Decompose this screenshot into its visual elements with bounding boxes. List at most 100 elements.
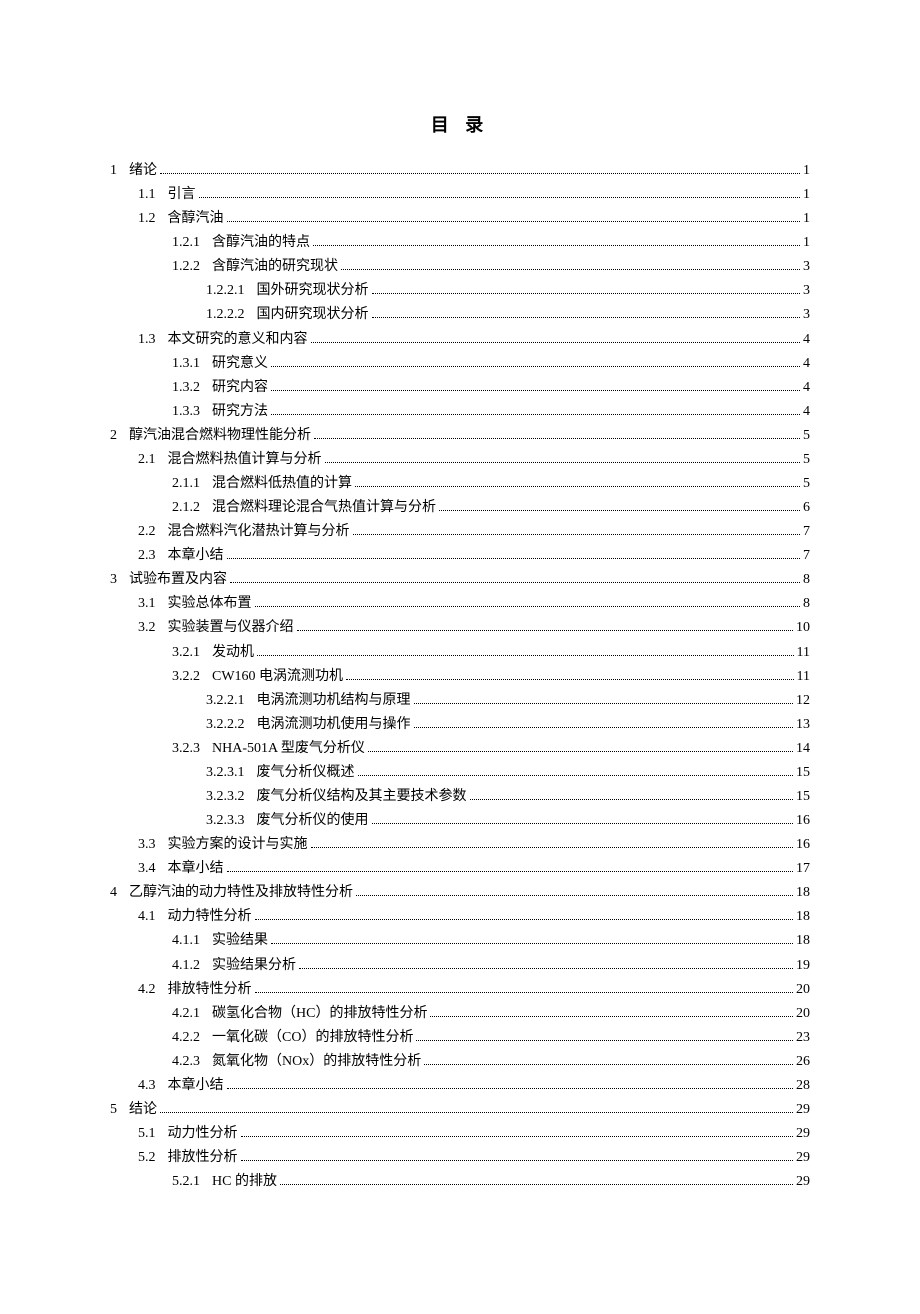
toc-entry-page: 29 — [796, 1098, 810, 1122]
toc-entry-page: 15 — [796, 761, 810, 785]
toc-leader-dots — [414, 727, 794, 728]
toc-leader-dots — [257, 655, 794, 656]
toc-entry-label: 结论 — [129, 1098, 157, 1122]
toc-entry-label: 发动机 — [212, 641, 254, 665]
toc-entry-page: 11 — [797, 665, 810, 689]
toc-entry-page: 18 — [796, 905, 810, 929]
toc-entry: 3.2.2.1电涡流测功机结构与原理12 — [110, 689, 810, 713]
toc-entry: 5.2 排放性分析 29 — [110, 1146, 810, 1170]
toc-entry-page: 8 — [803, 592, 810, 616]
toc-entry: 1.3.1研究意义4 — [110, 352, 810, 376]
toc-leader-dots — [311, 342, 801, 343]
toc-entry-label: 废气分析仪概述 — [257, 761, 355, 785]
toc-entry: 2.3 本章小结 7 — [110, 544, 810, 568]
toc-entry-label: 本章小结 — [168, 1074, 224, 1098]
toc-leader-dots — [255, 606, 801, 607]
toc-entry: 3.4本章小结17 — [110, 857, 810, 881]
toc-leader-dots — [199, 197, 801, 198]
toc-leader-dots — [353, 534, 801, 535]
toc-entry: 4.1.1实验结果18 — [110, 929, 810, 953]
toc-entry-label: 实验装置与仪器介绍 — [168, 616, 294, 640]
toc-entry-page: 16 — [796, 809, 810, 833]
toc-entry-page: 18 — [796, 929, 810, 953]
toc-entry-number: 5.2.1 — [172, 1170, 200, 1194]
toc-entry-number: 1.2.2.1 — [206, 279, 245, 303]
toc-entry-page: 29 — [796, 1122, 810, 1146]
toc-leader-dots — [271, 414, 800, 415]
toc-entry-page: 5 — [803, 472, 810, 496]
toc-leader-dots — [368, 751, 793, 752]
toc-entry-number: 2.3 — [138, 544, 156, 568]
toc-entry-page: 18 — [796, 881, 810, 905]
toc-entry: 1.2.2.1国外研究现状分析3 — [110, 279, 810, 303]
toc-entry-label: 混合燃料汽化潜热计算与分析 — [168, 520, 350, 544]
toc-entry-page: 1 — [803, 159, 810, 183]
toc-entry-number: 5 — [110, 1098, 117, 1122]
toc-entry-label: 一氧化碳（CO）的排放特性分析 — [212, 1026, 413, 1050]
toc-entry: 4.1动力特性分析18 — [110, 905, 810, 929]
toc-entry-number: 3.2.3.1 — [206, 761, 245, 785]
toc-entry: 4.2.3氮氧化物（NOx）的排放特性分析26 — [110, 1050, 810, 1074]
toc-leader-dots — [341, 269, 800, 270]
toc-entry: 1.2含醇汽油1 — [110, 207, 810, 231]
toc-leader-dots — [160, 1112, 793, 1113]
toc-entry-label: 研究意义 — [212, 352, 268, 376]
toc-entry-page: 4 — [803, 328, 810, 352]
toc-entry-page: 13 — [796, 713, 810, 737]
toc-entry: 2.2混合燃料汽化潜热计算与分析7 — [110, 520, 810, 544]
toc-entry-number: 5.2 — [138, 1146, 156, 1170]
toc-entry-label: 国外研究现状分析 — [257, 279, 369, 303]
toc-entry-number: 2.1 — [138, 448, 156, 472]
toc-entry-page: 4 — [803, 352, 810, 376]
toc-entry-label: 乙醇汽油的动力特性及排放特性分析 — [129, 881, 353, 905]
toc-leader-dots — [439, 510, 800, 511]
toc-title: 目 录 — [110, 110, 810, 141]
toc-entry-number: 1.2.2.2 — [206, 303, 245, 327]
toc-entry-page: 29 — [796, 1170, 810, 1194]
toc-entry-number: 1.3.2 — [172, 376, 200, 400]
toc-entry: 1绪论1 — [110, 159, 810, 183]
toc-entry: 2醇汽油混合燃料物理性能分析5 — [110, 424, 810, 448]
toc-entry-label: 本章小结 — [168, 544, 224, 568]
toc-entry: 3.2.3NHA-501A 型废气分析仪14 — [110, 737, 810, 761]
toc-entry-label: 本章小结 — [168, 857, 224, 881]
toc-entry: 5 结论 29 — [110, 1098, 810, 1122]
toc-entry-label: 排放性分析 — [168, 1146, 238, 1170]
toc-entry: 3.2实验装置与仪器介绍10 — [110, 616, 810, 640]
toc-entry-page: 1 — [803, 207, 810, 231]
toc-entry-label: 氮氧化物（NOx）的排放特性分析 — [212, 1050, 421, 1074]
toc-entry-label: 引言 — [168, 183, 196, 207]
toc-entry-page: 29 — [796, 1146, 810, 1170]
toc-entry-page: 19 — [796, 954, 810, 978]
toc-entry-number: 3.2.3.3 — [206, 809, 245, 833]
toc-entry-number: 3.2.2 — [172, 665, 200, 689]
toc-entry-number: 1.3.3 — [172, 400, 200, 424]
toc-entry: 5.1 动力性分析 29 — [110, 1122, 810, 1146]
toc-entry-number: 1.2.2 — [172, 255, 200, 279]
toc-entry: 3.3实验方案的设计与实施16 — [110, 833, 810, 857]
toc-leader-dots — [470, 799, 794, 800]
toc-entry: 2.1混合燃料热值计算与分析5 — [110, 448, 810, 472]
toc-entry-label: NHA-501A 型废气分析仪 — [212, 737, 365, 761]
toc-leader-dots — [313, 245, 800, 246]
toc-entry: 2.1.1混合燃料低热值的计算5 — [110, 472, 810, 496]
toc-entry-number: 2.2 — [138, 520, 156, 544]
toc-entry-label: 动力性分析 — [168, 1122, 238, 1146]
toc-entry-number: 5.1 — [138, 1122, 156, 1146]
toc-entry-number: 3.2.1 — [172, 641, 200, 665]
toc-entry-number: 1.2 — [138, 207, 156, 231]
toc-leader-dots — [372, 823, 794, 824]
toc-entry: 3试验布置及内容8 — [110, 568, 810, 592]
toc-entry-number: 3.2.2.2 — [206, 713, 245, 737]
toc-entry-number: 1.2.1 — [172, 231, 200, 255]
toc-entry: 1.3本文研究的意义和内容4 — [110, 328, 810, 352]
toc-entry: 2.1.2混合燃料理论混合气热值计算与分析6 — [110, 496, 810, 520]
toc-leader-dots — [430, 1016, 793, 1017]
toc-entry-number: 4.1 — [138, 905, 156, 929]
toc-entry: 1.2.2.2国内研究现状分析3 — [110, 303, 810, 327]
toc-entry-label: 研究内容 — [212, 376, 268, 400]
toc-entry: 3.2.3.2废气分析仪结构及其主要技术参数15 — [110, 785, 810, 809]
toc-entry-page: 7 — [803, 544, 810, 568]
toc-entry: 4.3本章小结28 — [110, 1074, 810, 1098]
toc-entry-label: 实验方案的设计与实施 — [168, 833, 308, 857]
